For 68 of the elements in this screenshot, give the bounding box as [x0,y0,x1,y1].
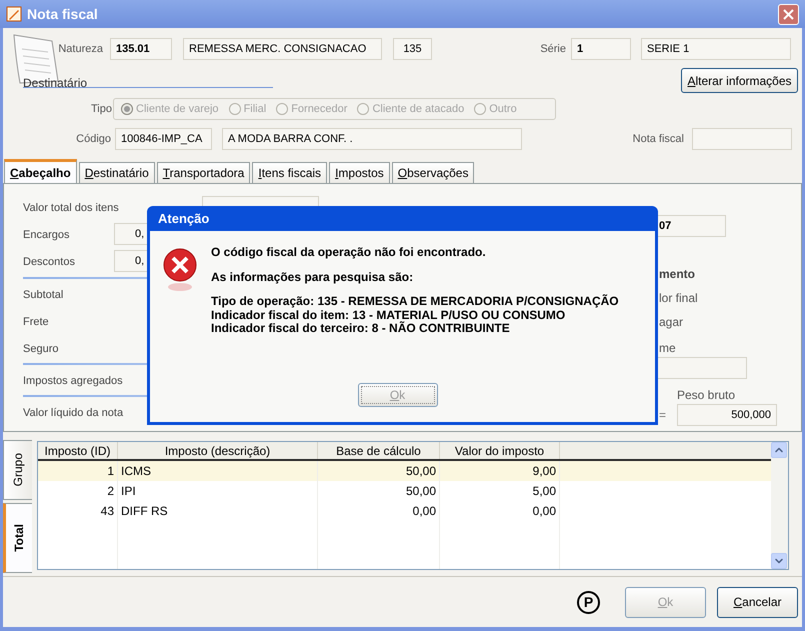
dialog-message: Tipo de operação: 135 - REMESSA DE MERCADORIA P/CONSIGNAÇÃO [211,295,619,308]
scroll-up-icon[interactable] [771,442,787,458]
section-label: Destinatário [23,76,88,90]
field-label: Natureza [58,42,103,57]
column-header[interactable]: Imposto (descrição) [118,442,318,459]
summary-label: Valor líquido da nota [23,407,124,419]
close-icon [783,8,794,20]
field-label: Peso bruto [677,387,736,402]
summary-label: Encargos [23,229,70,241]
field-label: Código [76,132,111,147]
tab[interactable]: Itens fiscais [252,162,328,183]
dialog-title: Atenção [158,210,210,228]
dialog-message: As informações para pesquisa são: [211,270,414,284]
natureza-description-field[interactable]: REMESSA MERC. CONSIGNACAO [183,38,382,60]
radio-label: Filial [244,102,266,117]
table-row[interactable]: 1 ICMS 50,00 9,00 [38,461,771,481]
dialog-button[interactable]: Cancelar [717,586,798,618]
dialog-message: O código fiscal da operação não foi encontrado. [211,246,487,260]
table-cell: 43 [38,501,118,521]
tab[interactable]: Transportadora [156,162,250,183]
option-label: agar [658,314,684,329]
serie-name-field[interactable]: SERIE 1 [641,38,791,60]
nota-fiscal-field[interactable] [692,128,792,150]
summary-label: Descontos [23,256,75,268]
summary-label: Frete [23,316,49,328]
serie-code-field[interactable]: 1 [571,38,631,60]
summary-label: Valor total dos itens [23,202,119,214]
tab[interactable]: Observações [392,162,474,183]
tab[interactable]: Impostos [329,162,390,183]
radio-label: Cliente de varejo [136,102,219,117]
error-icon [162,248,198,292]
table-cell: DIFF RS [118,501,318,521]
field-label: Nota fiscal [632,132,684,147]
tab[interactable]: Destinatário [78,162,155,183]
peso-bruto-field[interactable]: 500,000 [677,404,777,426]
window-title: Nota fiscal [27,4,98,24]
dialog-message: Indicador fiscal do terceiro: 8 - NÃO CONTRIBUINTE [211,322,511,336]
scroll-down-icon[interactable] [771,553,787,569]
close-button[interactable] [778,4,799,24]
column-header[interactable]: Valor do imposto [440,442,560,459]
summary-label: Impostos agregados [23,375,123,387]
radio-label: Cliente de atacado [372,102,464,117]
field-label: Série [540,42,566,57]
tab[interactable]: Cabeçalho [4,159,77,183]
document-icon [6,6,22,22]
codigo-name-field[interactable]: A MODA BARRA CONF. . [222,128,522,150]
table-cell: 0,00 [440,501,560,521]
dialog-message: Indicador fiscal do item: 13 - MATERIAL P/USO OU CONSUMO [211,308,566,322]
field-label: Tipo [91,102,112,117]
p-badge: P [577,590,600,614]
scrollbar[interactable] [771,442,788,569]
equals-sign: = [659,407,668,424]
radio-label: Fornecedor [291,102,348,117]
option-label: lor final [658,290,699,305]
option-label: me [658,340,677,355]
natureza-code-field[interactable]: 135.01 [110,38,172,60]
side-tab[interactable]: Grupo [3,440,32,500]
natureza-number-field[interactable]: 135 [393,38,432,60]
table-cell: 0,00 [318,501,440,521]
column-header[interactable]: Imposto (ID) [38,442,118,459]
column-header[interactable]: Base de cálculo [318,442,440,459]
summary-label: Subtotal [23,289,64,301]
section-heading: mento [658,266,696,281]
alter-button[interactable]: Alterar informações [681,68,798,93]
side-tab[interactable]: Total [3,503,32,573]
radio-label: Outro [489,102,517,117]
codigo-code-field[interactable]: 100846-IMP_CA [115,128,212,150]
summary-label: Seguro [23,343,58,355]
